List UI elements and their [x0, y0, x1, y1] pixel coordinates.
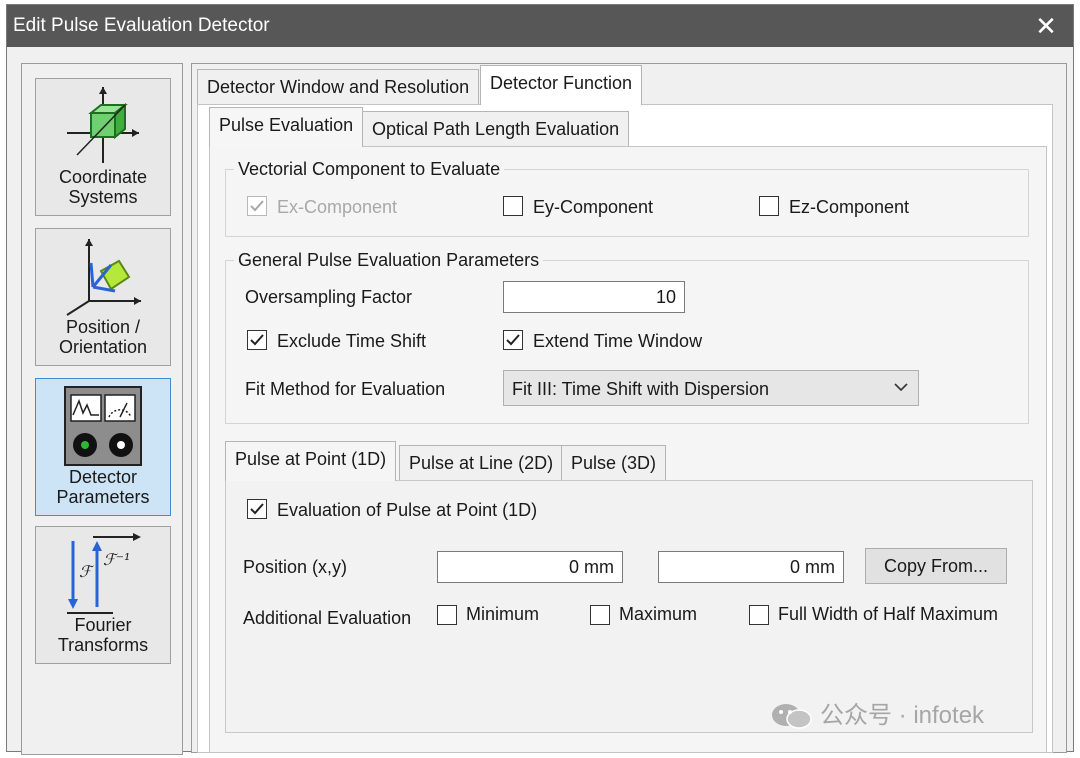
- exclude-time-shift-label: Exclude Time Shift: [277, 331, 427, 351]
- tab-pulse-3d[interactable]: Pulse (3D): [561, 445, 667, 481]
- tab-pulse-at-point[interactable]: Pulse at Point (1D): [225, 441, 397, 481]
- fwhm-label: Full Width of Half Maximum: [778, 604, 999, 624]
- ez-component-checkbox[interactable]: [759, 196, 779, 216]
- group-title: General Pulse Evaluation Parameters: [234, 249, 544, 271]
- position-orientation-icon: [66, 239, 141, 316]
- evaluation-pulse-point-checkbox[interactable]: [247, 499, 267, 519]
- checkmark-icon: [250, 334, 264, 346]
- window-title: Edit Pulse Evaluation Detector: [13, 15, 270, 36]
- minimum-label: Minimum: [466, 604, 540, 624]
- evaluation-pulse-point-label: Evaluation of Pulse at Point (1D): [277, 500, 538, 520]
- tab-optical-path-length[interactable]: Optical Path Length Evaluation: [362, 111, 630, 147]
- group-title: Vectorial Component to Evaluate: [234, 158, 505, 180]
- fwhm-checkbox[interactable]: [749, 605, 769, 625]
- exclude-time-shift-checkbox[interactable]: [247, 330, 267, 350]
- tab-detector-window-resolution[interactable]: Detector Window and Resolution: [197, 69, 480, 105]
- position-x-input[interactable]: 0 mm: [437, 551, 623, 583]
- sidebar-item-detector-parameters[interactable]: Detector Parameters: [35, 378, 171, 516]
- sidebar-item-position-orientation[interactable]: Position / Orientation: [35, 228, 171, 366]
- checkmark-icon: [506, 334, 520, 346]
- detector-parameters-icon: [64, 386, 142, 466]
- minimum-checkbox[interactable]: [437, 605, 457, 625]
- ey-component-label: Ey-Component: [533, 197, 654, 217]
- sidebar: Coordinate Systems Position / Orientatio…: [21, 63, 183, 755]
- tab-detector-function[interactable]: Detector Function: [480, 65, 643, 105]
- tab-pulse-at-line[interactable]: Pulse at Line (2D): [399, 445, 564, 481]
- position-label: Position (x,y): [243, 557, 348, 577]
- fit-method-label: Fit Method for Evaluation: [245, 379, 446, 399]
- position-y-input[interactable]: 0 mm: [658, 551, 844, 583]
- coordinate-systems-icon: [67, 87, 139, 163]
- sidebar-item-label: Fourier Transforms: [57, 615, 149, 655]
- copy-from-button[interactable]: Copy From...: [865, 548, 1007, 584]
- maximum-checkbox[interactable]: [590, 605, 610, 625]
- tab-pulse-evaluation[interactable]: Pulse Evaluation: [209, 107, 364, 147]
- ex-component-checkbox[interactable]: [247, 196, 267, 216]
- fit-method-dropdown[interactable]: Fit III: Time Shift with Dispersion: [503, 370, 919, 406]
- wechat-icon: [772, 704, 812, 729]
- svg-text:ℱ⁻¹: ℱ⁻¹: [103, 550, 130, 569]
- sidebar-item-label: Position / Orientation: [58, 317, 148, 357]
- ex-component-label: Ex-Component: [277, 197, 398, 217]
- sidebar-item-label: Coordinate Systems: [58, 167, 148, 207]
- dialog-window: Edit Pulse Evaluation Detector ✕ Coordin…: [6, 4, 1074, 755]
- checkmark-icon: [250, 200, 264, 212]
- title-bar: Edit Pulse Evaluation Detector ✕: [7, 5, 1073, 47]
- checkmark-icon: [250, 503, 264, 515]
- maximum-label: Maximum: [619, 604, 698, 624]
- chevron-down-icon: [894, 383, 908, 392]
- close-button[interactable]: ✕: [1019, 5, 1073, 47]
- oversampling-label: Oversampling Factor: [245, 287, 413, 307]
- sidebar-item-coordinate-systems[interactable]: Coordinate Systems: [35, 78, 171, 216]
- fourier-transforms-icon: ℱ ℱ⁻¹: [67, 533, 141, 614]
- oversampling-input[interactable]: 10: [503, 281, 685, 313]
- ey-component-checkbox[interactable]: [503, 196, 523, 216]
- extend-time-window-checkbox[interactable]: [503, 330, 523, 350]
- watermark-text: 公众号 · infotek: [820, 702, 985, 729]
- svg-text:ℱ: ℱ: [79, 562, 95, 581]
- extend-time-window-label: Extend Time Window: [533, 331, 703, 351]
- ez-component-label: Ez-Component: [789, 197, 910, 217]
- sidebar-item-label: Detector Parameters: [56, 467, 150, 507]
- fit-method-value: Fit III: Time Shift with Dispersion: [512, 379, 770, 399]
- additional-evaluation-label: Additional Evaluation: [243, 608, 412, 628]
- sidebar-item-fourier-transforms[interactable]: ℱ ℱ⁻¹ Fourier Transforms: [35, 526, 171, 664]
